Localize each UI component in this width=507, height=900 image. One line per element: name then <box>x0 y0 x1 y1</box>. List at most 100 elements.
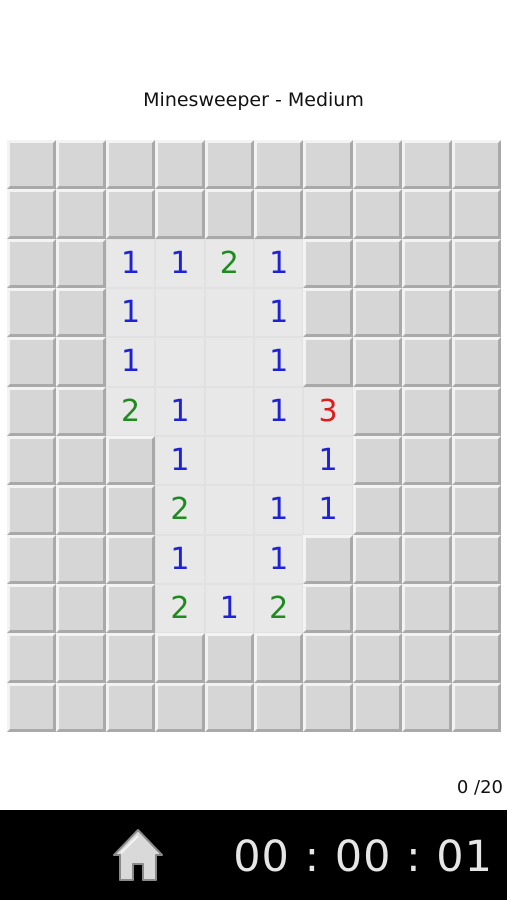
number-cell[interactable]: 1 <box>254 238 304 288</box>
hidden-cell[interactable] <box>7 436 57 486</box>
hidden-cell[interactable] <box>105 140 156 190</box>
hidden-cell[interactable] <box>402 140 452 190</box>
hidden-cell[interactable] <box>303 534 353 584</box>
hidden-cell[interactable] <box>7 189 57 239</box>
hidden-cell[interactable] <box>303 633 353 683</box>
hidden-cell[interactable] <box>352 633 403 683</box>
hidden-cell[interactable] <box>105 633 156 683</box>
hidden-cell[interactable] <box>352 337 403 387</box>
hidden-cell[interactable] <box>7 140 57 190</box>
hidden-cell[interactable] <box>352 288 403 338</box>
number-cell[interactable]: 1 <box>155 238 205 288</box>
number-cell[interactable]: 2 <box>155 584 205 634</box>
hidden-cell[interactable] <box>451 682 501 732</box>
number-cell[interactable]: 1 <box>254 485 304 535</box>
hidden-cell[interactable] <box>7 485 57 535</box>
hidden-cell[interactable] <box>303 288 353 338</box>
hidden-cell[interactable] <box>451 288 501 338</box>
hidden-cell[interactable] <box>451 485 501 535</box>
hidden-cell[interactable] <box>402 633 452 683</box>
hidden-cell[interactable] <box>56 238 106 288</box>
hidden-cell[interactable] <box>303 189 353 239</box>
empty-cell[interactable] <box>204 534 254 584</box>
hidden-cell[interactable] <box>254 140 304 190</box>
hidden-cell[interactable] <box>352 682 403 732</box>
hidden-cell[interactable] <box>402 534 452 584</box>
empty-cell[interactable] <box>155 337 205 387</box>
hidden-cell[interactable] <box>451 238 501 288</box>
hidden-cell[interactable] <box>303 682 353 732</box>
hidden-cell[interactable] <box>402 584 452 634</box>
hidden-cell[interactable] <box>56 189 106 239</box>
hidden-cell[interactable] <box>56 436 106 486</box>
hidden-cell[interactable] <box>204 189 254 239</box>
hidden-cell[interactable] <box>352 189 403 239</box>
hidden-cell[interactable] <box>155 140 205 190</box>
number-cell[interactable]: 1 <box>105 337 156 387</box>
hidden-cell[interactable] <box>402 189 452 239</box>
hidden-cell[interactable] <box>155 189 205 239</box>
hidden-cell[interactable] <box>451 633 501 683</box>
home-button[interactable] <box>110 826 166 884</box>
hidden-cell[interactable] <box>56 288 106 338</box>
hidden-cell[interactable] <box>7 682 57 732</box>
number-cell[interactable]: 1 <box>254 288 304 338</box>
hidden-cell[interactable] <box>451 386 501 436</box>
hidden-cell[interactable] <box>56 682 106 732</box>
hidden-cell[interactable] <box>451 534 501 584</box>
hidden-cell[interactable] <box>7 633 57 683</box>
hidden-cell[interactable] <box>56 337 106 387</box>
hidden-cell[interactable] <box>451 436 501 486</box>
hidden-cell[interactable] <box>254 189 304 239</box>
hidden-cell[interactable] <box>352 534 403 584</box>
hidden-cell[interactable] <box>402 288 452 338</box>
number-cell[interactable]: 2 <box>204 238 254 288</box>
number-cell[interactable]: 1 <box>204 584 254 634</box>
hidden-cell[interactable] <box>303 584 353 634</box>
hidden-cell[interactable] <box>7 386 57 436</box>
number-cell[interactable]: 1 <box>254 386 304 436</box>
hidden-cell[interactable] <box>7 584 57 634</box>
hidden-cell[interactable] <box>56 140 106 190</box>
number-cell[interactable]: 1 <box>155 386 205 436</box>
number-cell[interactable]: 1 <box>155 436 205 486</box>
number-cell[interactable]: 1 <box>105 238 156 288</box>
hidden-cell[interactable] <box>352 386 403 436</box>
hidden-cell[interactable] <box>352 485 403 535</box>
hidden-cell[interactable] <box>303 337 353 387</box>
hidden-cell[interactable] <box>105 485 156 535</box>
hidden-cell[interactable] <box>352 140 403 190</box>
number-cell[interactable]: 2 <box>155 485 205 535</box>
hidden-cell[interactable] <box>155 633 205 683</box>
hidden-cell[interactable] <box>254 633 304 683</box>
hidden-cell[interactable] <box>7 337 57 387</box>
hidden-cell[interactable] <box>352 584 403 634</box>
hidden-cell[interactable] <box>402 386 452 436</box>
hidden-cell[interactable] <box>105 534 156 584</box>
hidden-cell[interactable] <box>105 682 156 732</box>
number-cell[interactable]: 1 <box>303 436 353 486</box>
hidden-cell[interactable] <box>56 534 106 584</box>
number-cell[interactable]: 1 <box>155 534 205 584</box>
number-cell[interactable]: 1 <box>303 485 353 535</box>
hidden-cell[interactable] <box>303 140 353 190</box>
empty-cell[interactable] <box>204 436 254 486</box>
hidden-cell[interactable] <box>105 189 156 239</box>
empty-cell[interactable] <box>155 288 205 338</box>
hidden-cell[interactable] <box>204 140 254 190</box>
hidden-cell[interactable] <box>303 238 353 288</box>
hidden-cell[interactable] <box>56 633 106 683</box>
hidden-cell[interactable] <box>402 436 452 486</box>
hidden-cell[interactable] <box>105 584 156 634</box>
empty-cell[interactable] <box>204 386 254 436</box>
hidden-cell[interactable] <box>451 337 501 387</box>
hidden-cell[interactable] <box>56 584 106 634</box>
hidden-cell[interactable] <box>402 682 452 732</box>
number-cell[interactable]: 1 <box>254 337 304 387</box>
number-cell[interactable]: 1 <box>105 288 156 338</box>
hidden-cell[interactable] <box>204 682 254 732</box>
empty-cell[interactable] <box>204 288 254 338</box>
hidden-cell[interactable] <box>7 288 57 338</box>
hidden-cell[interactable] <box>451 189 501 239</box>
empty-cell[interactable] <box>204 485 254 535</box>
